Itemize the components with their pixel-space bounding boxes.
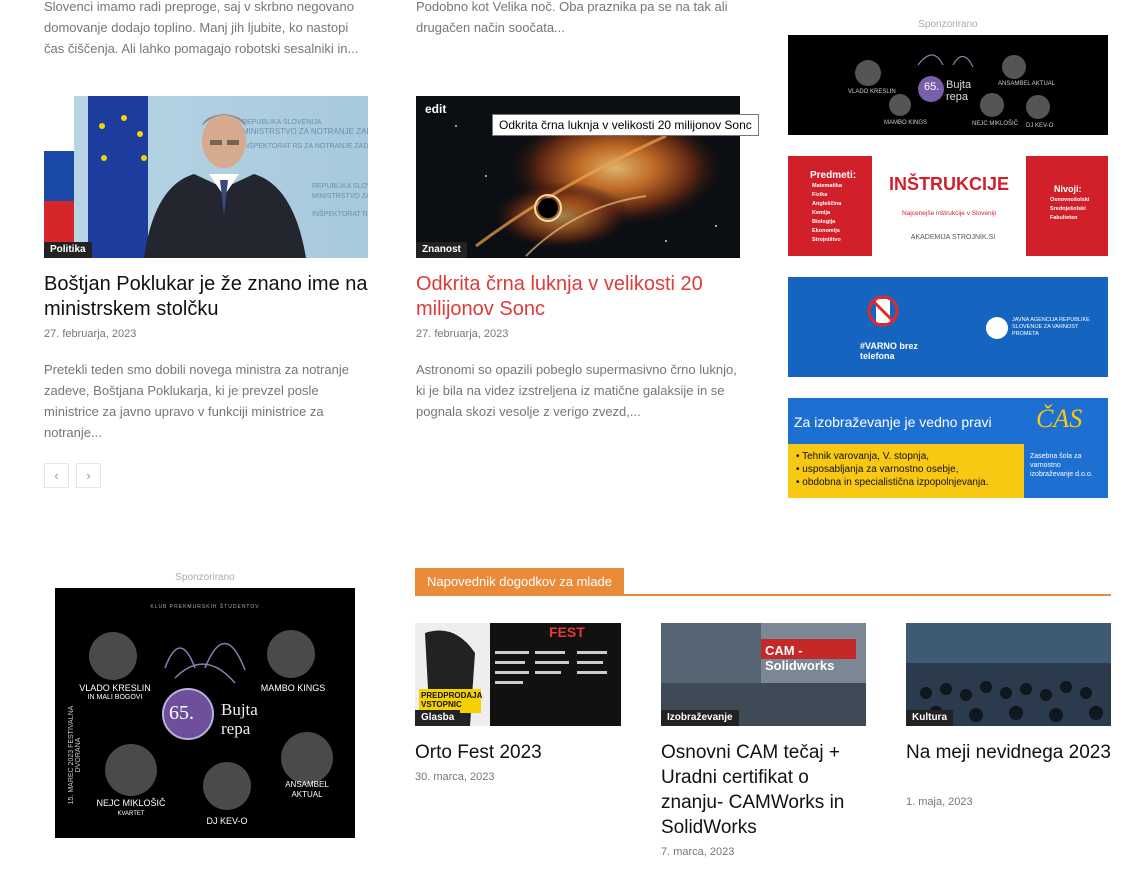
- article-thumbnail[interactable]: REPUBLIKA SLOVENIJA MINISTRSTVO ZA NOTRA…: [44, 96, 368, 258]
- category-badge[interactable]: Kultura: [906, 710, 953, 726]
- tooltip: Odkrita črna luknja v velikosti 20 milij…: [492, 114, 759, 136]
- article-date: 27. februarja, 2023: [44, 328, 137, 340]
- event-title[interactable]: Na meji nevidnega 2023: [906, 740, 1111, 765]
- ad-artist: MAMBO KINGS: [884, 120, 928, 126]
- category-badge[interactable]: Izobraževanje: [661, 710, 739, 726]
- article-excerpt: Slovenci imamo radi preproge, saj v skrb…: [44, 0, 359, 56]
- category-badge[interactable]: Glasba: [415, 710, 461, 726]
- ad-left-title: Predmeti:: [810, 170, 857, 181]
- event-title[interactable]: Orto Fest 2023: [415, 740, 621, 765]
- minister-photo: REPUBLIKA SLOVENIJA MINISTRSTVO ZA NOTRA…: [44, 96, 368, 258]
- event-title[interactable]: Osnovni CAM tečaj + Uradni certifikat o …: [661, 740, 871, 840]
- svg-text:REPUBLIKA SLOVENIJA: REPUBLIKA SLOVENIJA: [312, 183, 368, 190]
- poster-artist: VLADO KRESLIN IN MALI BOGOVI: [79, 683, 151, 701]
- ad-subtitle: Najcenejše inštrukcije v Sloveniji: [902, 210, 996, 217]
- event-date: 30. marca, 2023: [415, 771, 495, 783]
- ad-headline: Za izobraževanje je vedno pravi: [794, 414, 992, 430]
- event-thumbnail[interactable]: FEST PREDPRODAJA VSTOPNIC Glasba: [415, 623, 621, 726]
- prev-page-button[interactable]: ‹: [44, 463, 69, 488]
- sponsored-label: Sponzorirano: [918, 19, 978, 30]
- next-page-button[interactable]: ›: [76, 463, 101, 488]
- events-block-header: Napovednik dogodkov za mlade: [415, 568, 1111, 596]
- event-thumbnail[interactable]: CAM - Solidworks Izobraževanje: [661, 623, 866, 726]
- ad-banner-instrukcije[interactable]: Predmeti: Matematika Fizika Angleščina K…: [788, 156, 1108, 256]
- event-img-label: PREDPRODAJA VSTOPNIC: [421, 691, 483, 709]
- article-title[interactable]: Boštjan Poklukar je že znano ime na mini…: [44, 272, 374, 322]
- poster-header: KLUB PREKMURSKIH ŠTUDENTOV: [150, 604, 260, 610]
- ad-artist: ANSAMBEL AKTUAL: [998, 81, 1056, 87]
- poster-name: Bujta repa: [221, 700, 258, 738]
- ad-poster-bujta-repa[interactable]: KLUB PREKMURSKIH ŠTUDENTOV 65. Bujta rep…: [55, 588, 355, 838]
- block-title[interactable]: Napovednik dogodkov za mlade: [415, 568, 625, 596]
- poster-artist: NEJC MIKLOŠIČ KVARTET: [96, 798, 166, 817]
- category-badge[interactable]: Politika: [44, 242, 92, 258]
- ad-slogan: #VARNO brez telefona: [860, 341, 918, 361]
- ad-banner-cas[interactable]: Za izobraževanje je vedno pravi • Tehnik…: [788, 398, 1108, 498]
- ad-artist: NEJC MIKLOŠIČ: [972, 121, 1019, 127]
- svg-text:INŠPEKTORAT RS: INŠPEKTORAT RS: [312, 209, 368, 218]
- poster-number: 65.: [169, 702, 194, 724]
- svg-text:MINISTRSTVO ZA NOTRANJE ZADEVE: MINISTRSTVO ZA NOTRANJE ZADEVE: [242, 127, 368, 136]
- ad-banner-varno[interactable]: #VARNO brez telefona JAVNA AGENCIJA REPU…: [788, 277, 1108, 377]
- event-date: 7. marca, 2023: [661, 846, 735, 858]
- ad-agency: JAVNA AGENCIJA REPUBLIKE SLOVENIJE ZA VA…: [1012, 317, 1090, 337]
- event-date: 1. maja, 2023: [906, 796, 973, 808]
- svg-text:REPUBLIKA SLOVENIJA: REPUBLIKA SLOVENIJA: [242, 119, 322, 126]
- ad-logo: ČAS: [1036, 404, 1083, 433]
- poster-artist: MAMBO KINGS: [260, 683, 326, 693]
- article-excerpt: Astronomi so opazili pobeglo supermasivn…: [416, 362, 737, 419]
- sponsored-label: Sponzorirano: [175, 572, 235, 583]
- article-excerpt: Podobno kot Velika noč. Oba praznika pa …: [416, 0, 728, 35]
- event-thumbnail[interactable]: Kultura: [906, 623, 1111, 726]
- article-date: 27. februarja, 2023: [416, 328, 509, 340]
- ad-brand: AKADEMIJA STROJNIK.SI: [910, 234, 996, 241]
- ad-artist: DJ KEV-O: [1026, 123, 1054, 129]
- ad-school: Zasebna šola za varnostno izobraževanje …: [1030, 453, 1093, 478]
- poster-artist: DJ KEV-O: [206, 816, 248, 826]
- svg-text:MINISTRSTVO ZA: MINISTRSTVO ZA: [312, 193, 368, 200]
- ad-name: Bujta repa: [946, 79, 972, 103]
- ad-title: INŠTRUKCIJE: [888, 174, 1009, 194]
- agency-logo-icon: [986, 317, 1008, 339]
- ad-right-title: Nivoji:: [1054, 184, 1082, 194]
- ad-right-list: Osnovnošolski Srednješolski Fakulteten: [1050, 197, 1090, 221]
- ad-left-list: Matematika Fizika Angleščina Kemija Biol…: [812, 183, 842, 243]
- svg-text:INŠPEKTORAT RS ZA NOTRANJE ZAD: INŠPEKTORAT RS ZA NOTRANJE ZADEVE: [242, 141, 368, 150]
- category-badge[interactable]: Znanost: [416, 242, 467, 258]
- event-img-brand: FEST: [549, 624, 585, 640]
- article-excerpt: Pretekli teden smo dobili novega ministr…: [44, 362, 349, 440]
- ad-bullets: • Tehnik varovanja, V. stopnja, • usposa…: [796, 451, 989, 488]
- ad-number: 65.: [924, 81, 940, 93]
- ad-artist: VLADO KRESLIN: [848, 89, 896, 95]
- event-img-label: CAM - Solidworks: [765, 643, 835, 673]
- edit-link[interactable]: edit: [425, 102, 446, 116]
- ad-banner-bujta-repa[interactable]: 65. Bujta repa VLADO KRESLIN MAMBO KINGS…: [788, 35, 1108, 135]
- article-title[interactable]: Odkrita črna luknja v velikosti 20 milij…: [416, 272, 746, 322]
- poster-date: 15. MAREC 2023 FESTIVALNA DVORANA: [68, 705, 82, 805]
- no-phone-icon: [867, 295, 899, 327]
- poster-artist: ANSAMBEL AKTUAL: [285, 780, 329, 799]
